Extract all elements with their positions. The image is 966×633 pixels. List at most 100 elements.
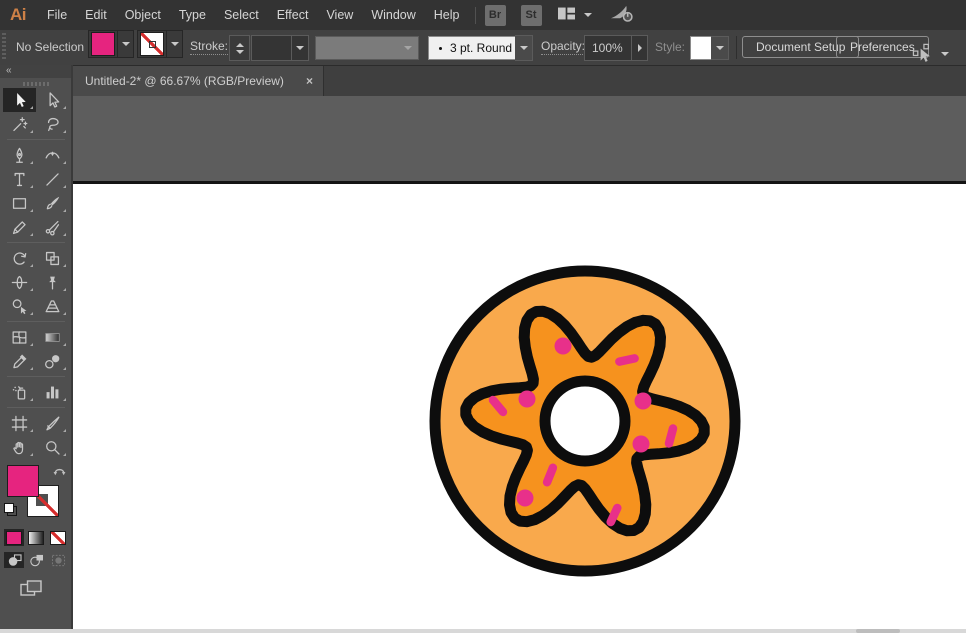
selection-tool[interactable] <box>3 88 36 112</box>
zoom-tool[interactable] <box>36 435 69 459</box>
pen-tool[interactable] <box>3 143 36 167</box>
style-dropdown[interactable] <box>711 36 729 60</box>
tool-group-divider <box>3 373 69 380</box>
slice-tool[interactable] <box>36 411 69 435</box>
brush-definition-field[interactable]: 3 pt. Round <box>428 36 517 60</box>
chevron-down-icon <box>520 46 528 50</box>
pasteboard[interactable] <box>73 96 966 181</box>
column-graph-tool[interactable] <box>36 380 69 404</box>
magic-wand-tool[interactable] <box>3 112 36 136</box>
scale-tool[interactable] <box>36 246 69 270</box>
fill-well[interactable] <box>7 465 39 497</box>
menu-item-object[interactable]: Object <box>116 0 170 30</box>
rectangle-tool[interactable] <box>3 191 36 215</box>
artboard-tool[interactable] <box>3 411 36 435</box>
color-icon <box>6 531 22 545</box>
menu-item-file[interactable]: File <box>38 0 76 30</box>
gradient-tool[interactable] <box>36 325 69 349</box>
workspace-switcher-button[interactable] <box>556 5 592 25</box>
chevron-down-icon <box>941 52 949 56</box>
document-tab[interactable]: Untitled-2* @ 66.67% (RGB/Preview) × <box>73 66 324 96</box>
sprinkle-dot[interactable] <box>633 436 650 453</box>
panel-grip[interactable] <box>23 82 49 86</box>
type-tool[interactable] <box>3 167 36 191</box>
slice-tool-icon <box>43 414 62 433</box>
perspective-grid-tool[interactable] <box>36 294 69 318</box>
tool-group-divider <box>3 404 69 411</box>
swap-fill-stroke-icon[interactable] <box>52 465 67 483</box>
document-title: Untitled-2* @ 66.67% (RGB/Preview) <box>85 74 298 88</box>
cc-sync-button[interactable] <box>608 3 635 27</box>
style-swatch[interactable] <box>690 36 712 60</box>
menu-item-window[interactable]: Window <box>362 0 424 30</box>
menu-item-edit[interactable]: Edit <box>76 0 116 30</box>
control-bar-grip[interactable] <box>2 33 6 61</box>
lasso-tool[interactable] <box>36 112 69 136</box>
shape-builder-tool[interactable] <box>3 294 36 318</box>
stock-button[interactable]: St <box>521 5 542 26</box>
rotate-tool[interactable] <box>3 246 36 270</box>
curvature-tool[interactable] <box>36 143 69 167</box>
mesh-tool[interactable] <box>3 325 36 349</box>
horizontal-scrollbar-thumb[interactable] <box>856 629 900 633</box>
symbol-sprayer-tool[interactable] <box>3 380 36 404</box>
opacity-field[interactable]: 100% <box>584 35 648 61</box>
sprinkle-dot[interactable] <box>635 393 652 410</box>
direct-selection-tool[interactable] <box>36 88 69 112</box>
fill-color-dropdown[interactable] <box>88 30 134 58</box>
hand-tool[interactable] <box>3 435 36 459</box>
color-button[interactable] <box>4 529 24 546</box>
donut-hole[interactable] <box>545 381 625 461</box>
gradient-button[interactable] <box>26 529 46 546</box>
rectangle-tool-icon <box>10 194 29 213</box>
close-icon[interactable]: × <box>304 74 315 88</box>
none-button[interactable] <box>48 529 68 546</box>
opacity-label[interactable]: Opacity: <box>541 30 585 64</box>
draw-behind-icon <box>29 554 44 567</box>
scissors-tool[interactable] <box>36 215 69 239</box>
chevron-down-icon <box>404 46 412 50</box>
line-segment-tool-icon <box>43 170 62 189</box>
none-icon <box>50 531 66 545</box>
collapse-panel-button[interactable]: « <box>0 65 71 78</box>
stroke-weight-label[interactable]: Stroke: <box>190 30 228 64</box>
brush-preset-value: 3 pt. Round <box>450 41 512 55</box>
menu-item-effect[interactable]: Effect <box>268 0 318 30</box>
bridge-button[interactable]: Br <box>485 5 506 26</box>
menu-item-select[interactable]: Select <box>215 0 268 30</box>
donut-artwork[interactable] <box>420 256 750 586</box>
menu-item-type[interactable]: Type <box>170 0 215 30</box>
paintbrush-tool[interactable] <box>36 191 69 215</box>
sprinkle-dot[interactable] <box>519 391 536 408</box>
chevron-down-icon <box>584 13 592 17</box>
pen-tool-icon <box>10 146 29 165</box>
width-tool[interactable] <box>3 270 36 294</box>
stroke-color-dropdown[interactable] <box>137 30 183 58</box>
stroke-weight-select[interactable] <box>251 35 309 61</box>
default-fill-square <box>4 503 14 513</box>
sprinkle-dot[interactable] <box>555 338 572 355</box>
sprinkle-dot[interactable] <box>517 490 534 507</box>
canvas-viewport[interactable] <box>73 96 966 629</box>
mesh-tool-icon <box>10 328 29 347</box>
fill-stroke-wells <box>0 465 71 521</box>
selection-status: No Selection <box>16 30 84 64</box>
change-screen-mode-button[interactable] <box>20 580 71 602</box>
draw-normal-icon <box>7 554 22 567</box>
brush-definition-dropdown[interactable] <box>515 35 533 61</box>
blend-tool[interactable] <box>36 349 69 373</box>
eyedropper-tool[interactable] <box>3 349 36 373</box>
line-segment-tool[interactable] <box>36 167 69 191</box>
opacity-value: 100% <box>585 41 623 55</box>
draw-behind-button[interactable] <box>26 552 46 568</box>
chevron-down-icon <box>291 36 308 60</box>
menu-bar: Ai FileEditObjectTypeSelectEffectViewWin… <box>0 0 966 30</box>
default-fill-stroke-icon[interactable] <box>4 503 17 516</box>
stroke-weight-stepper[interactable] <box>229 35 250 61</box>
shaper-tool[interactable] <box>3 215 36 239</box>
draw-normal-button[interactable] <box>4 552 24 568</box>
puppet-warp-tool[interactable] <box>36 270 69 294</box>
menu-item-view[interactable]: View <box>317 0 362 30</box>
scale-tool-icon <box>43 249 62 268</box>
menu-item-help[interactable]: Help <box>425 0 469 30</box>
